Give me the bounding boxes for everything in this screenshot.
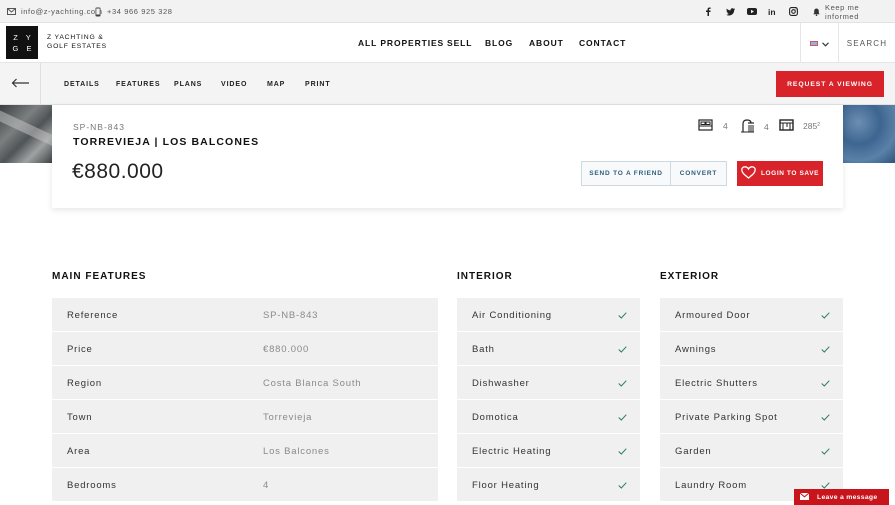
subnav-print[interactable]: PRINT (305, 63, 331, 105)
table-row: Region Costa Blanca South (52, 366, 438, 400)
logo-letters-top: Z Y (13, 32, 34, 42)
table-row: Bedrooms 4 (52, 468, 438, 502)
interior-title: INTERIOR (457, 271, 513, 282)
area-value: 2852 (803, 121, 820, 131)
top-bar: info@z-yachting.com +34 966 925 328 in K… (0, 0, 895, 23)
envelope-icon (799, 492, 810, 502)
area-spec: 2852 (779, 119, 820, 133)
phone-text: +34 966 925 328 (107, 7, 173, 16)
nav-about[interactable]: ABOUT (529, 23, 564, 63)
bell-icon (813, 8, 820, 16)
facebook-icon[interactable] (705, 0, 711, 23)
list-item: Bath (457, 332, 640, 366)
search-button[interactable]: SEARCH (838, 23, 895, 63)
keep-informed-text: Keep me informed (825, 2, 860, 21)
logo-letters-bottom: G E (12, 43, 35, 53)
list-item: Armoured Door (660, 298, 843, 332)
list-item: Floor Heating (457, 468, 640, 502)
table-row: Area Los Balcones (52, 434, 438, 468)
subnav-plans[interactable]: PLANS (174, 63, 202, 105)
main-features-title: MAIN FEATURES (52, 271, 147, 282)
language-selector[interactable] (800, 23, 838, 63)
email-link[interactable]: info@z-yachting.com (7, 0, 103, 23)
uk-flag-icon (810, 40, 818, 46)
convert-button[interactable]: CONVERT (670, 161, 727, 186)
bathrooms-count: 4 (764, 122, 769, 132)
table-row: Town Torrevieja (52, 400, 438, 434)
bedrooms-count: 4 (723, 121, 728, 131)
nav-sell[interactable]: SELL (447, 23, 472, 63)
subnav-features[interactable]: FEATURES (116, 63, 160, 105)
nav-contact[interactable]: CONTACT (579, 23, 626, 63)
list-item: Electric Heating (457, 434, 640, 468)
heart-icon (741, 166, 756, 181)
bed-icon (698, 119, 713, 133)
property-summary-card: SP-NB-843 TORREVIEJA | LOS BALCONES €880… (52, 105, 843, 208)
check-icon (618, 366, 627, 400)
login-to-save-label: LOGIN TO SAVE (760, 170, 820, 177)
area-unit-superscript: 2 (817, 122, 820, 128)
subnav-details[interactable]: DETAILS (64, 63, 100, 105)
check-icon (821, 400, 830, 434)
send-to-friend-button[interactable]: SEND TO A FRIEND (581, 161, 671, 186)
list-item: Garden (660, 434, 843, 468)
phone-icon (95, 7, 101, 17)
check-icon (618, 434, 627, 468)
linkedin-icon[interactable]: in (768, 0, 776, 23)
instagram-icon[interactable] (789, 0, 798, 23)
request-viewing-button[interactable]: REQUEST A VIEWING (776, 71, 884, 97)
exterior-list: Armoured Door Awnings Electric Shutters … (660, 298, 843, 502)
floorplan-icon (779, 119, 794, 133)
main-features-table: Reference SP-NB-843 Price €880.000 Region C… (52, 298, 438, 502)
property-location: TORREVIEJA | LOS BALCONES (73, 136, 260, 148)
table-row: Reference SP-NB-843 (52, 298, 438, 332)
check-icon (618, 468, 627, 502)
logo-mark[interactable]: Z Y G E (6, 26, 38, 59)
check-icon (618, 298, 627, 332)
list-item: Domotica (457, 400, 640, 434)
subnav-map[interactable]: MAP (267, 63, 285, 105)
youtube-icon[interactable] (747, 0, 757, 23)
list-item: Private Parking Spot (660, 400, 843, 434)
email-text: info@z-yachting.com (21, 7, 103, 16)
nav-all-properties[interactable]: ALL PROPERTIES (358, 23, 444, 63)
shower-icon (740, 119, 755, 135)
check-icon (821, 298, 830, 332)
interior-list: Air Conditioning Bath Dishwasher Domotic… (457, 298, 640, 502)
envelope-icon (7, 8, 16, 15)
keep-informed-link[interactable]: Keep me informed (813, 0, 895, 23)
check-icon (618, 332, 627, 366)
list-item: Air Conditioning (457, 298, 640, 332)
chevron-down-icon (822, 34, 829, 52)
property-subnav: DETAILS FEATURES PLANS VIDEO MAP PRINT R… (0, 63, 895, 105)
list-item: Dishwasher (457, 366, 640, 400)
bathrooms-spec: 4 (740, 119, 769, 135)
check-icon (821, 332, 830, 366)
hero-image-right (843, 105, 895, 163)
hero-image-left (0, 105, 52, 163)
nav-blog[interactable]: BLOG (485, 23, 513, 63)
list-item: Electric Shutters (660, 366, 843, 400)
check-icon (821, 434, 830, 468)
exterior-title: EXTERIOR (660, 271, 720, 282)
list-item: Awnings (660, 332, 843, 366)
leave-message-button[interactable]: Leave a message (794, 489, 889, 505)
phone-link[interactable]: +34 966 925 328 (95, 0, 173, 23)
check-icon (821, 366, 830, 400)
table-row: Price €880.000 (52, 332, 438, 366)
main-header: Z Y G E Z YACHTING & GOLF ESTATES ALL PR… (0, 23, 895, 63)
bedrooms-spec: 4 (698, 119, 728, 133)
check-icon (618, 400, 627, 434)
property-reference: SP-NB-843 (73, 122, 125, 132)
property-price: €880.000 (72, 160, 164, 183)
login-to-save-button[interactable]: LOGIN TO SAVE (737, 161, 823, 186)
arrow-left-icon (11, 75, 30, 93)
leave-message-label: Leave a message (817, 493, 878, 501)
back-button[interactable] (0, 63, 41, 105)
logo-text[interactable]: Z YACHTING & GOLF ESTATES (47, 33, 127, 51)
twitter-icon[interactable] (726, 0, 735, 23)
subnav-video[interactable]: VIDEO (221, 63, 247, 105)
